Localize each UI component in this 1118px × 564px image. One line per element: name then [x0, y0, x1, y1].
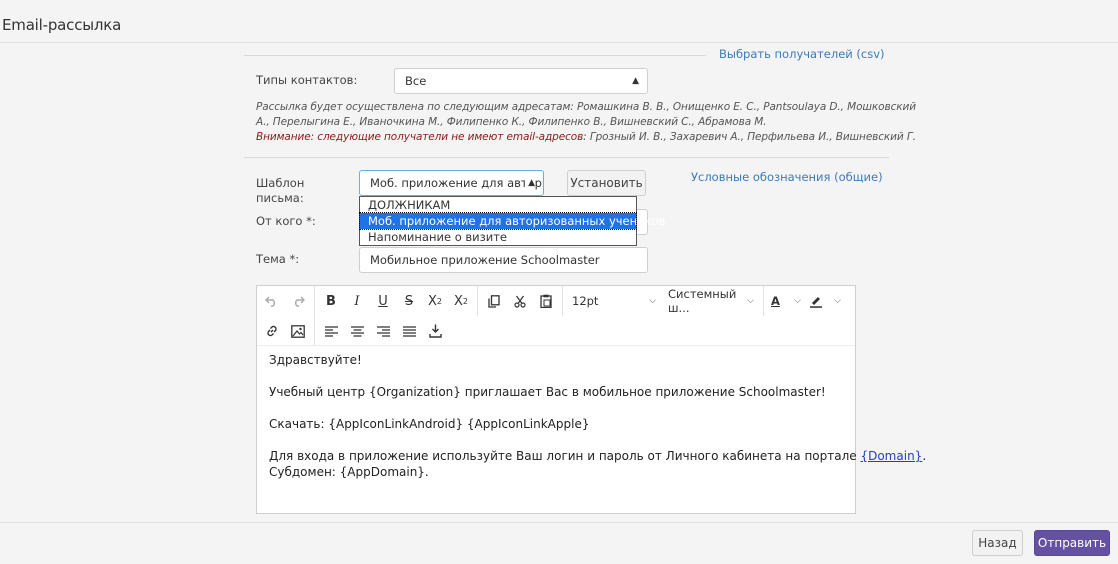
- highlight-color-select[interactable]: ⌵: [805, 288, 845, 314]
- dropdown-option-selected[interactable]: Моб. приложение для авторизованных учени…: [359, 212, 665, 230]
- text-color-icon: A: [771, 294, 780, 308]
- chevron-down-icon: ⌵: [747, 296, 754, 306]
- template-select[interactable]: Моб. приложение для автори: ▲: [359, 170, 544, 196]
- template-label: Шаблон письма:: [256, 176, 304, 206]
- recipients-warning: Внимание: следующие получатели не имеют …: [256, 130, 916, 145]
- recipients-note-line1: Рассылка будет осуществлена по следующим…: [256, 101, 916, 113]
- superscript-icon[interactable]: X2: [422, 288, 448, 314]
- template-dropdown-list[interactable]: ДОЛЖНИКАМ Моб. приложение для авторизова…: [359, 196, 665, 246]
- body-line-3: Скачать: {AppIconLinkAndroid} {AppIconLi…: [269, 417, 590, 431]
- strikethrough-icon[interactable]: S: [396, 288, 422, 314]
- section-divider: [244, 55, 706, 56]
- italic-icon[interactable]: I: [344, 288, 370, 314]
- body-line-4: Для входа в приложение используйте Ваш л…: [269, 448, 926, 464]
- choose-recipients-link[interactable]: Выбрать получателей (csv): [719, 47, 885, 61]
- chevron-down-icon: ⌵: [834, 296, 841, 306]
- rich-text-editor[interactable]: B I U S X2 X2 12pt ⌵ Системный ш... ⌵ A …: [256, 285, 926, 514]
- back-button[interactable]: Назад: [972, 530, 1023, 556]
- redo-icon[interactable]: [285, 288, 311, 314]
- toolbar-separator: [562, 286, 563, 316]
- template-select-value: Моб. приложение для автори:: [370, 176, 544, 190]
- editor-toolbar-row-1: B I U S X2 X2 12pt ⌵ Системный ш... ⌵ A …: [259, 286, 855, 316]
- font-family-select[interactable]: Системный ш... ⌵: [662, 287, 760, 315]
- dropdown-option[interactable]: Напоминание о визите: [360, 229, 636, 245]
- link-icon[interactable]: [259, 318, 285, 344]
- template-label-line1: Шаблон: [256, 176, 305, 190]
- body-line-4-text: Для входа в приложение используйте Ваш л…: [269, 449, 861, 463]
- align-justify-icon[interactable]: [396, 318, 422, 344]
- select-arrows-icon: ▲: [632, 76, 639, 86]
- editor-content[interactable]: Здравствуйте! Учебный центр {Organizatio…: [269, 352, 926, 480]
- contact-types-label: Типы контактов:: [256, 73, 358, 87]
- body-line-5: Субдомен: {AppDomain}.: [269, 465, 429, 479]
- toolbar-separator: [763, 286, 764, 316]
- undo-icon[interactable]: [259, 288, 285, 314]
- font-family-value: Системный ш...: [668, 287, 737, 315]
- subject-input[interactable]: Мобильное приложение Schoolmaster: [359, 247, 648, 273]
- set-template-button[interactable]: Установить: [567, 170, 646, 196]
- toolbar-separator: [314, 316, 315, 346]
- domain-link[interactable]: {Domain}: [860, 449, 922, 463]
- footer-divider: [0, 522, 1118, 523]
- subscript-icon[interactable]: X2: [448, 288, 474, 314]
- section-divider-2: [244, 157, 889, 158]
- highlighter-icon: [809, 295, 823, 308]
- send-button[interactable]: Отправить: [1034, 530, 1110, 556]
- contact-types-value: Все: [405, 74, 427, 88]
- text-color-select[interactable]: A ⌵: [767, 288, 805, 314]
- align-right-icon[interactable]: [370, 318, 396, 344]
- toolbar-separator: [314, 286, 315, 316]
- recipients-note-line2: А., Перелыгина Е., Иваночкина М., Филипе…: [256, 116, 767, 128]
- cut-icon[interactable]: [507, 288, 533, 314]
- copy-icon[interactable]: [481, 288, 507, 314]
- page-title: Email-рассылка: [2, 16, 122, 34]
- toolbar-separator: [477, 286, 478, 316]
- warning-names: Грозный И. В., Захаревич А., Перфильева …: [586, 131, 916, 143]
- font-size-select[interactable]: 12pt ⌵: [566, 288, 662, 314]
- subject-label: Тема *:: [256, 252, 300, 266]
- select-arrows-icon: ▲: [525, 171, 535, 195]
- warning-prefix: Внимание: следующие получатели не имеют …: [256, 131, 587, 143]
- body-line-4-end: .: [922, 449, 927, 463]
- toolbar-divider: [257, 345, 855, 346]
- align-center-icon[interactable]: [344, 318, 370, 344]
- underline-icon[interactable]: U: [370, 288, 396, 314]
- image-icon[interactable]: [285, 318, 311, 344]
- body-greeting: Здравствуйте!: [269, 353, 362, 367]
- bold-icon[interactable]: B: [318, 288, 344, 314]
- contact-types-select[interactable]: Все ▲: [394, 68, 648, 94]
- legend-link[interactable]: Условные обозначения (общие): [691, 170, 883, 184]
- download-icon[interactable]: [422, 318, 448, 344]
- body-line-2: Учебный центр {Organization} приглашает …: [269, 385, 826, 399]
- editor-toolbar-row-2: [259, 316, 448, 346]
- header-divider: [0, 42, 1118, 43]
- align-left-icon[interactable]: [318, 318, 344, 344]
- chevron-down-icon: ⌵: [649, 296, 656, 306]
- subject-value: Мобильное приложение Schoolmaster: [370, 253, 600, 267]
- template-label-line2: письма:: [256, 191, 304, 205]
- from-label: От кого *:: [256, 214, 316, 228]
- paste-icon[interactable]: [533, 288, 559, 314]
- dropdown-option[interactable]: ДОЛЖНИКАМ: [360, 197, 636, 213]
- font-size-value: 12pt: [572, 294, 599, 308]
- chevron-down-icon: ⌵: [794, 296, 801, 306]
